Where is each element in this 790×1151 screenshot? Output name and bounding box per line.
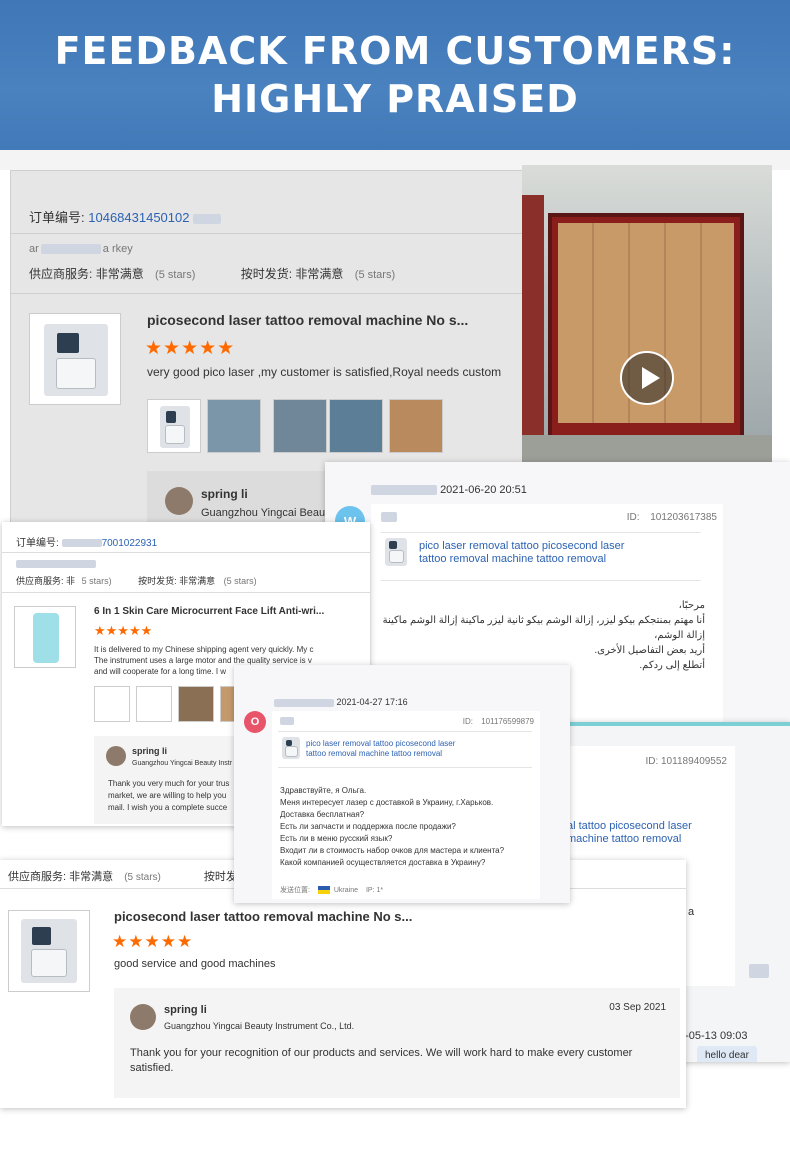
rating-row: 供应商服务: 非 5 stars) 按时发货: 非常满意 (5 stars) bbox=[16, 576, 257, 586]
russian-message: Здравствуйте, я Ольга. Меня интересует л… bbox=[280, 786, 505, 867]
review-photo-2[interactable] bbox=[207, 399, 261, 453]
inquiry-date: 2021-06-20 20:51 bbox=[371, 484, 527, 496]
header-banner: FEEDBACK FROM CUSTOMERS: HIGHLY PRAISED bbox=[0, 0, 790, 150]
inquiry-id: ID: 101176599879 bbox=[462, 717, 534, 726]
rating-row: 供应商服务: 非常满意 (5 stars) 按时发货 bbox=[8, 871, 248, 883]
inquiry-card-russian: 2021-04-27 17:16 O ID: 101176599879 pico… bbox=[234, 665, 570, 903]
review-text: very good pico laser ,my customer is sat… bbox=[147, 365, 502, 379]
rating-row: 供应商服务: 非常满意 (5 stars) 按时发货: 非常满意 (5 star… bbox=[29, 267, 396, 281]
product-image[interactable] bbox=[29, 313, 121, 405]
product-link-line1[interactable]: pico laser removal tattoo picosecond las… bbox=[419, 540, 624, 552]
seller-avatar bbox=[165, 487, 193, 515]
banner-title-line1: FEEDBACK FROM CUSTOMERS: bbox=[54, 29, 736, 73]
video-thumbnail[interactable] bbox=[522, 165, 772, 463]
location-row: 发送位置: Ukraine IP: 1* bbox=[280, 886, 384, 895]
product-title[interactable]: picosecond laser tattoo removal machine … bbox=[147, 312, 468, 328]
order-number-row: 订单编号: 7001022931 bbox=[16, 538, 158, 549]
product-link-line2[interactable]: tattoo removal machine tattoo removal bbox=[419, 553, 606, 565]
inquiry-id: ID: 101189409552 bbox=[645, 756, 727, 767]
inquiry-date: 2021-04-27 17:16 bbox=[274, 697, 408, 707]
banner-title-line2: HIGHLY PRAISED bbox=[211, 77, 579, 121]
review-photo-3[interactable] bbox=[178, 686, 214, 722]
play-icon[interactable] bbox=[620, 351, 674, 405]
review-photo-4[interactable] bbox=[329, 399, 383, 453]
rating-stars: ★★★★★ bbox=[112, 932, 194, 951]
product-title[interactable]: 6 In 1 Skin Care Microcurrent Face Lift … bbox=[94, 606, 324, 617]
product-image[interactable] bbox=[8, 910, 90, 992]
review-text: good service and good machines bbox=[114, 958, 276, 970]
product-title[interactable]: picosecond laser tattoo removal machine … bbox=[114, 909, 412, 924]
customer-avatar: O bbox=[244, 711, 266, 733]
order-number-link[interactable]: 10468431450102 bbox=[88, 210, 189, 225]
message-date: 1-05-13 09:03 bbox=[679, 1030, 748, 1042]
review-photo-2[interactable] bbox=[136, 686, 172, 722]
reply-date: 03 Sep 2021 bbox=[609, 1002, 666, 1013]
product-link-line1[interactable]: pico laser removal tattoo picosecond las… bbox=[306, 739, 455, 748]
container-truck bbox=[548, 213, 744, 453]
review-photo-1[interactable] bbox=[94, 686, 130, 722]
order-number-row: 订单编号: 10468431450102 bbox=[29, 207, 222, 226]
product-link-line2[interactable]: tattoo removal machine tattoo removal bbox=[306, 749, 442, 758]
buyer-row: ar a rkey bbox=[29, 243, 133, 255]
rating-stars: ★★★★★ bbox=[145, 338, 236, 359]
reply-box: spring li Guangzhou Yingcai Beauty Instr… bbox=[114, 988, 680, 1098]
rating-stars: ★★★★★ bbox=[94, 623, 153, 638]
seller-avatar bbox=[130, 1004, 156, 1030]
review-photo-3[interactable] bbox=[273, 399, 327, 453]
product-image[interactable] bbox=[14, 606, 76, 668]
arabic-message: مرحبًا، أنا مهتم بمنتجكم بيكو ليزر، إزال… bbox=[382, 600, 705, 671]
seller-avatar bbox=[106, 746, 126, 766]
inquiry-message-box: ID: 101176599879 pico laser removal tatt… bbox=[272, 711, 540, 899]
reply-bubble: hello dear bbox=[697, 1046, 757, 1062]
ukraine-flag-icon bbox=[317, 886, 330, 895]
review-photo-5[interactable] bbox=[389, 399, 443, 453]
review-photo-1[interactable] bbox=[147, 399, 201, 453]
inquiry-id: ID: 101203617385 bbox=[626, 512, 717, 523]
